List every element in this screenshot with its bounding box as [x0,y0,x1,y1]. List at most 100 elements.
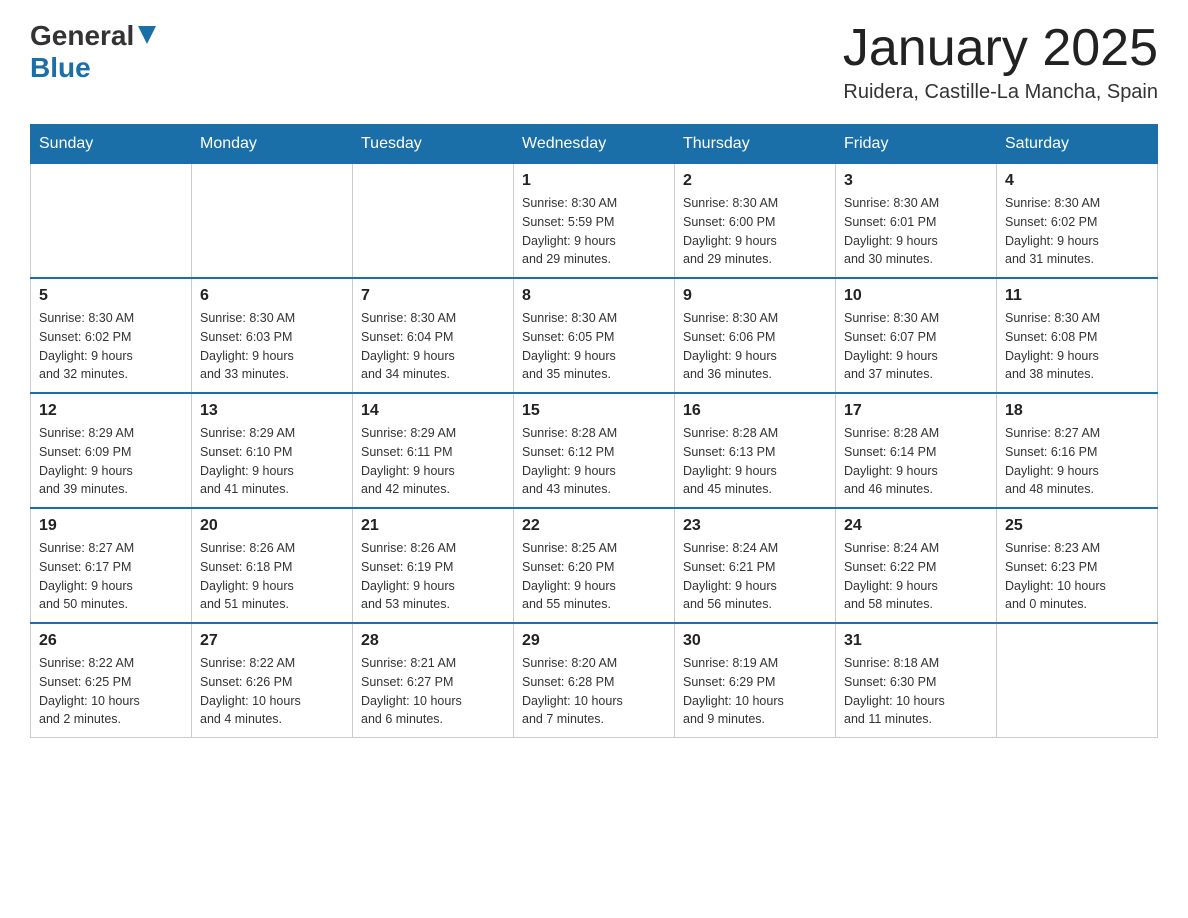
day-number: 10 [844,287,988,305]
day-number: 6 [200,287,344,305]
day-info: Sunrise: 8:30 AMSunset: 6:02 PMDaylight:… [1005,194,1149,269]
day-number: 23 [683,517,827,535]
column-header-tuesday: Tuesday [353,125,514,164]
calendar-cell: 3Sunrise: 8:30 AMSunset: 6:01 PMDaylight… [836,164,997,279]
calendar-cell: 22 Sunrise: 8:25 AMSunset: 6:20 PMDayligh… [514,508,675,623]
day-number: 29 [522,632,666,650]
day-number: 14 [361,402,505,420]
calendar-cell: 1Sunrise: 8:30 AMSunset: 5:59 PMDaylight… [514,164,675,279]
calendar-cell: 16Sunrise: 8:28 AMSunset: 6:13 PMDayligh… [675,393,836,508]
day-info: Sunrise: 8:30 AMSunset: 6:06 PMDaylight:… [683,309,827,384]
calendar-cell [997,623,1158,738]
day-number: 20 [200,517,344,535]
day-number: 17 [844,402,988,420]
day-number: 27 [200,632,344,650]
calendar-cell: 8Sunrise: 8:30 AMSunset: 6:05 PMDaylight… [514,278,675,393]
page-header: General Blue January 2025 Ruidera, Casti… [30,20,1158,104]
calendar-cell: 18 Sunrise: 8:27 AMSunset: 6:16 PMDayligh… [997,393,1158,508]
day-info: Sunrise: 8:28 AMSunset: 6:13 PMDaylight:… [683,424,827,499]
day-number: 3 [844,172,988,190]
column-header-wednesday: Wednesday [514,125,675,164]
day-info: Sunrise: 8:22 AMSunset: 6:26 PMDaylight:… [200,654,344,729]
calendar-cell: 26 Sunrise: 8:22 AMSunset: 6:25 PMDayligh… [31,623,192,738]
day-number: 25 [1005,517,1149,535]
calendar-cell: 23Sunrise: 8:24 AMSunset: 6:21 PMDayligh… [675,508,836,623]
calendar-cell: 6 Sunrise: 8:30 AMSunset: 6:03 PMDaylight… [192,278,353,393]
calendar-cell: 24Sunrise: 8:24 AMSunset: 6:22 PMDayligh… [836,508,997,623]
calendar-cell: 21 Sunrise: 8:26 AMSunset: 6:19 PMDayligh… [353,508,514,623]
day-number: 5 [39,287,183,305]
calendar-cell: 17 Sunrise: 8:28 AMSunset: 6:14 PMDayligh… [836,393,997,508]
day-info: Sunrise: 8:29 AMSunset: 6:10 PMDaylight:… [200,424,344,499]
day-info: Sunrise: 8:18 AMSunset: 6:30 PMDaylight:… [844,654,988,729]
day-number: 11 [1005,287,1149,305]
day-info: Sunrise: 8:30 AMSunset: 6:07 PMDaylight:… [844,309,988,384]
calendar-cell [353,164,514,279]
logo: General Blue [30,20,158,84]
day-number: 21 [361,517,505,535]
day-number: 15 [522,402,666,420]
calendar-title: January 2025 [843,20,1158,77]
calendar-cell: 19Sunrise: 8:27 AMSunset: 6:17 PMDayligh… [31,508,192,623]
day-number: 26 [39,632,183,650]
day-number: 18 [1005,402,1149,420]
calendar-cell: 5 Sunrise: 8:30 AMSunset: 6:02 PMDaylight… [31,278,192,393]
day-info: Sunrise: 8:25 AMSunset: 6:20 PMDaylight:… [522,539,666,614]
header-row: SundayMondayTuesdayWednesdayThursdayFrid… [31,125,1158,164]
day-info: Sunrise: 8:30 AMSunset: 5:59 PMDaylight:… [522,194,666,269]
day-number: 4 [1005,172,1149,190]
logo-blue-text: Blue [30,52,91,83]
day-info: Sunrise: 8:27 AMSunset: 6:17 PMDaylight:… [39,539,183,614]
day-info: Sunrise: 8:30 AMSunset: 6:00 PMDaylight:… [683,194,827,269]
day-info: Sunrise: 8:30 AMSunset: 6:08 PMDaylight:… [1005,309,1149,384]
calendar-cell: 28 Sunrise: 8:21 AMSunset: 6:27 PMDayligh… [353,623,514,738]
calendar-cell: 7 Sunrise: 8:30 AMSunset: 6:04 PMDaylight… [353,278,514,393]
calendar-cell [192,164,353,279]
calendar-body: 1Sunrise: 8:30 AMSunset: 5:59 PMDaylight… [31,164,1158,738]
day-info: Sunrise: 8:26 AMSunset: 6:18 PMDaylight:… [200,539,344,614]
day-info: Sunrise: 8:27 AMSunset: 6:16 PMDaylight:… [1005,424,1149,499]
column-header-saturday: Saturday [997,125,1158,164]
day-number: 31 [844,632,988,650]
column-header-sunday: Sunday [31,125,192,164]
column-header-friday: Friday [836,125,997,164]
day-number: 2 [683,172,827,190]
calendar-cell: 10 Sunrise: 8:30 AMSunset: 6:07 PMDayligh… [836,278,997,393]
calendar-cell: 14 Sunrise: 8:29 AMSunset: 6:11 PMDayligh… [353,393,514,508]
day-number: 9 [683,287,827,305]
day-number: 8 [522,287,666,305]
title-area: January 2025 Ruidera, Castille-La Mancha… [843,20,1158,104]
calendar-cell [31,164,192,279]
calendar-cell: 25Sunrise: 8:23 AMSunset: 6:23 PMDayligh… [997,508,1158,623]
day-info: Sunrise: 8:19 AMSunset: 6:29 PMDaylight:… [683,654,827,729]
week-row-2: 5 Sunrise: 8:30 AMSunset: 6:02 PMDaylight… [31,278,1158,393]
calendar-cell: 12Sunrise: 8:29 AMSunset: 6:09 PMDayligh… [31,393,192,508]
column-header-thursday: Thursday [675,125,836,164]
day-info: Sunrise: 8:30 AMSunset: 6:03 PMDaylight:… [200,309,344,384]
calendar-cell: 31 Sunrise: 8:18 AMSunset: 6:30 PMDayligh… [836,623,997,738]
day-number: 12 [39,402,183,420]
calendar-cell: 2 Sunrise: 8:30 AMSunset: 6:00 PMDaylight… [675,164,836,279]
day-number: 22 [522,517,666,535]
day-info: Sunrise: 8:22 AMSunset: 6:25 PMDaylight:… [39,654,183,729]
day-info: Sunrise: 8:30 AMSunset: 6:02 PMDaylight:… [39,309,183,384]
calendar-header: SundayMondayTuesdayWednesdayThursdayFrid… [31,125,1158,164]
calendar-cell: 9 Sunrise: 8:30 AMSunset: 6:06 PMDaylight… [675,278,836,393]
calendar-cell: 4 Sunrise: 8:30 AMSunset: 6:02 PMDaylight… [997,164,1158,279]
logo-general-text: General [30,20,134,52]
day-number: 24 [844,517,988,535]
logo-arrow-icon [136,24,158,51]
week-row-1: 1Sunrise: 8:30 AMSunset: 5:59 PMDaylight… [31,164,1158,279]
calendar-table: SundayMondayTuesdayWednesdayThursdayFrid… [30,124,1158,738]
day-info: Sunrise: 8:28 AMSunset: 6:14 PMDaylight:… [844,424,988,499]
day-info: Sunrise: 8:26 AMSunset: 6:19 PMDaylight:… [361,539,505,614]
week-row-5: 26 Sunrise: 8:22 AMSunset: 6:25 PMDayligh… [31,623,1158,738]
day-number: 7 [361,287,505,305]
day-info: Sunrise: 8:21 AMSunset: 6:27 PMDaylight:… [361,654,505,729]
calendar-cell: 20 Sunrise: 8:26 AMSunset: 6:18 PMDayligh… [192,508,353,623]
day-info: Sunrise: 8:30 AMSunset: 6:04 PMDaylight:… [361,309,505,384]
calendar-cell: 15Sunrise: 8:28 AMSunset: 6:12 PMDayligh… [514,393,675,508]
day-number: 28 [361,632,505,650]
calendar-cell: 13Sunrise: 8:29 AMSunset: 6:10 PMDayligh… [192,393,353,508]
day-info: Sunrise: 8:29 AMSunset: 6:11 PMDaylight:… [361,424,505,499]
